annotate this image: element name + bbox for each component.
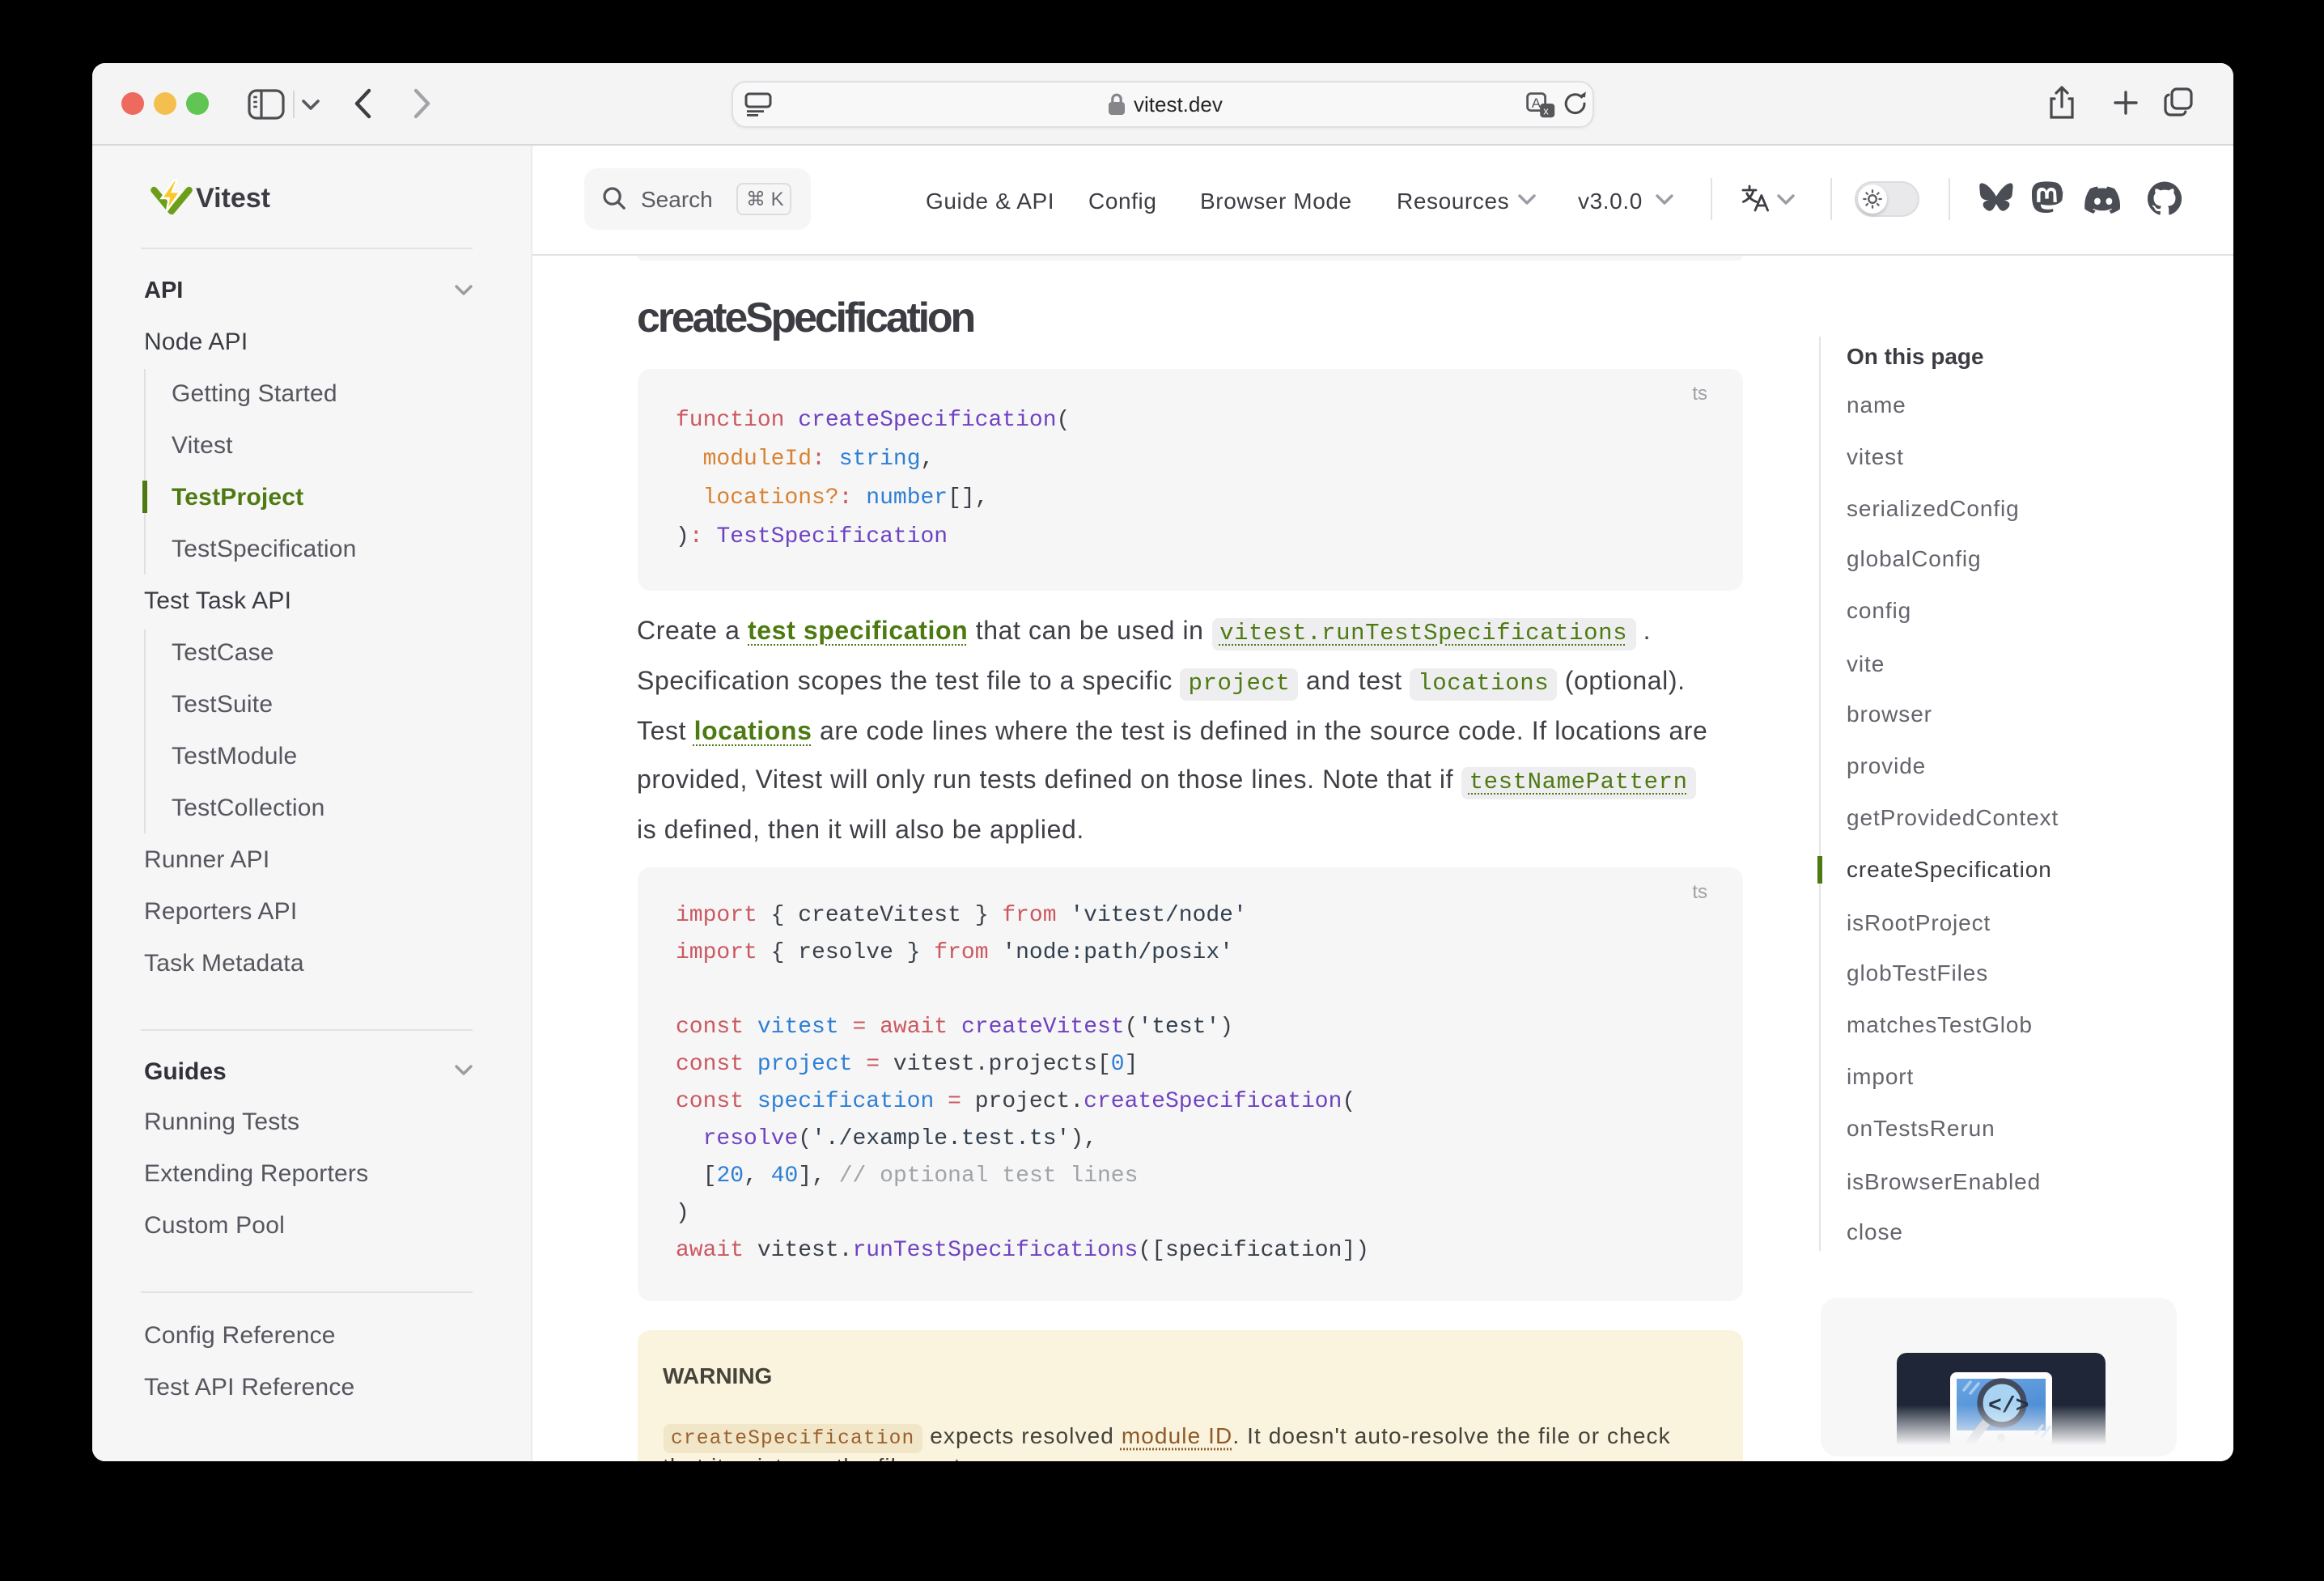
svg-text:x: x xyxy=(1542,104,1548,117)
svg-text:A: A xyxy=(1531,95,1541,110)
svg-text:</>: </> xyxy=(1988,1393,2029,1418)
